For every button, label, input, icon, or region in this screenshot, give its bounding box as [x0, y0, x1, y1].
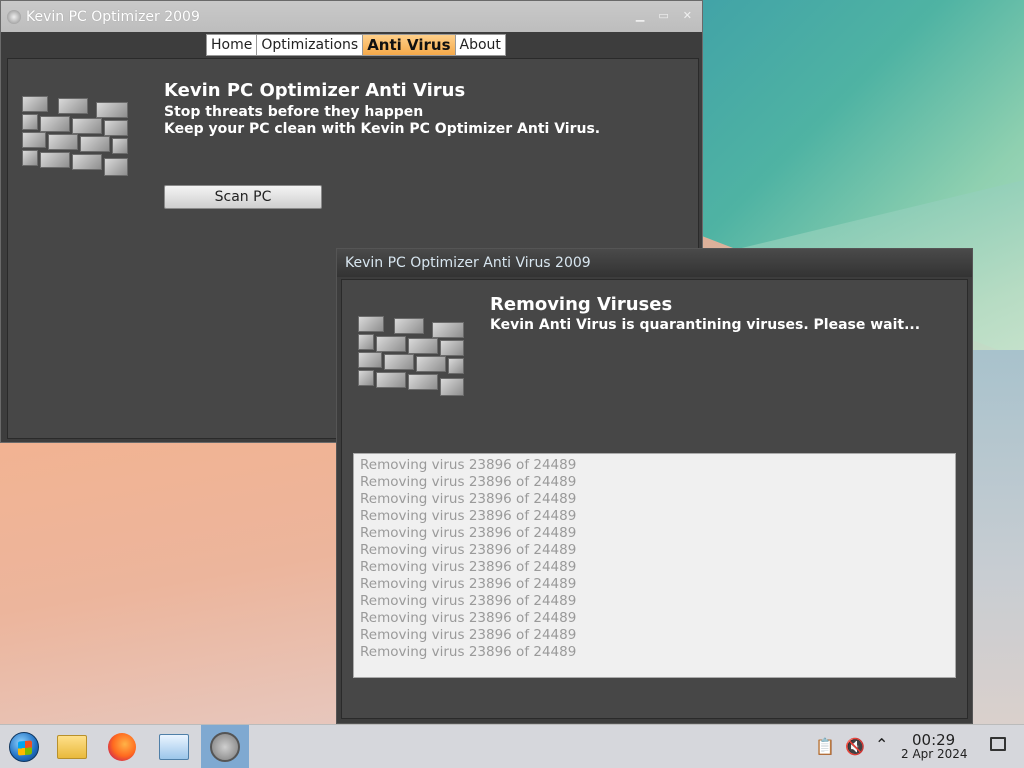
log-line: Removing virus 23896 of 24489 [360, 491, 577, 507]
log-line: Removing virus 23896 of 24489 [360, 474, 577, 490]
show-desktop-icon[interactable] [990, 737, 1006, 751]
tab-home[interactable]: Home [206, 34, 258, 56]
start-menu-button[interactable] [0, 725, 48, 768]
kevin-optimizer-icon [210, 732, 240, 762]
volume-muted-icon[interactable]: 🔇 [845, 737, 865, 756]
firefox-button[interactable] [98, 725, 146, 768]
virus-log-list[interactable]: Removing virus 23896 of 24489 Removing vi… [353, 453, 956, 678]
tab-anti-virus[interactable]: Anti Virus [362, 34, 456, 56]
brick-wall-icon [22, 96, 130, 182]
file-manager-icon [57, 735, 87, 759]
tab-about[interactable]: About [454, 34, 506, 56]
tab-optimizations[interactable]: Optimizations [256, 34, 364, 56]
clipboard-icon[interactable]: 📋 [815, 737, 835, 756]
log-line: Removing virus 23896 of 24489 [360, 644, 577, 660]
main-window-title: Kevin PC Optimizer 2009 [26, 8, 200, 25]
antivirus-window-titlebar[interactable]: Kevin PC Optimizer Anti Virus 2009 [337, 249, 972, 277]
file-manager-button[interactable] [48, 725, 96, 768]
log-line: Removing virus 23896 of 24489 [360, 457, 577, 473]
minimize-icon[interactable]: ▁ [636, 9, 644, 22]
taskbar: 📋 🔇 ⌃ [0, 724, 1024, 768]
system-monitor-button[interactable] [150, 725, 198, 768]
main-subheading-1: Stop threats before they happen [164, 104, 424, 120]
log-line: Removing virus 23896 of 24489 [360, 627, 577, 643]
antivirus-heading: Removing Viruses [490, 294, 673, 315]
scan-pc-button[interactable]: Scan PC [164, 185, 322, 209]
kevin-optimizer-task-button[interactable] [201, 725, 249, 768]
log-line: Removing virus 23896 of 24489 [360, 508, 577, 524]
system-monitor-icon [159, 734, 189, 760]
app-icon [7, 9, 21, 24]
chevron-up-icon[interactable]: ⌃ [875, 735, 888, 754]
main-subheading-2: Keep your PC clean with Kevin PC Optimiz… [164, 121, 601, 137]
main-tabs: Home Optimizations Anti Virus About [206, 34, 506, 56]
log-line: Removing virus 23896 of 24489 [360, 525, 577, 541]
close-icon[interactable]: ✕ [683, 9, 692, 22]
log-line: Removing virus 23896 of 24489 [360, 593, 577, 609]
log-line: Removing virus 23896 of 24489 [360, 610, 577, 626]
antivirus-window-title: Kevin PC Optimizer Anti Virus 2009 [345, 255, 591, 271]
log-line: Removing virus 23896 of 24489 [360, 542, 577, 558]
log-line: Removing virus 23896 of 24489 [360, 576, 577, 592]
firefox-icon [108, 733, 136, 761]
log-line: Removing virus 23896 of 24489 [360, 559, 577, 575]
brick-wall-icon [358, 316, 466, 402]
antivirus-subheading: Kevin Anti Virus is quarantining viruses… [490, 317, 921, 333]
main-heading: Kevin PC Optimizer Anti Virus [164, 80, 466, 101]
maximize-icon[interactable]: ▭ [658, 9, 668, 22]
main-window-titlebar[interactable]: Kevin PC Optimizer 2009 ▁ ▭ ✕ [1, 1, 702, 32]
clock-date[interactable]: 2 Apr 2024 [901, 747, 968, 761]
start-menu-icon [9, 732, 39, 762]
